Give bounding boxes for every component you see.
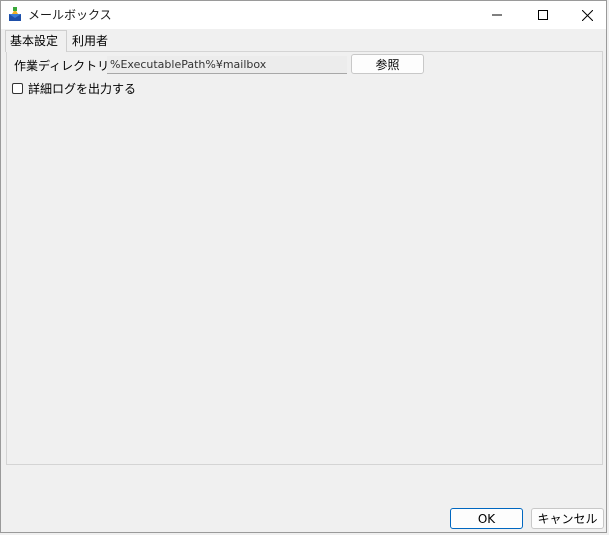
maximize-icon	[538, 10, 548, 20]
dialog-window: メールボックス 基本設定 利用者 作業ディレクトリ %ExecutablePat…	[0, 0, 607, 533]
workdir-input[interactable]: %ExecutablePath%¥mailbox	[107, 56, 347, 74]
workdir-label: 作業ディレクトリ	[14, 59, 110, 73]
minimize-button[interactable]	[474, 1, 520, 29]
detail-log-label: 詳細ログを出力する	[28, 81, 137, 96]
maximize-button[interactable]	[520, 1, 566, 29]
app-icon	[7, 6, 23, 23]
tab-basic-settings[interactable]: 基本設定	[5, 30, 67, 52]
close-icon	[581, 9, 593, 21]
tab-users[interactable]: 利用者	[68, 32, 118, 51]
browse-button[interactable]: 参照	[351, 54, 424, 74]
title-bar[interactable]: メールボックス	[1, 1, 606, 29]
close-button[interactable]	[564, 1, 609, 29]
detail-log-option[interactable]: 詳細ログを出力する	[12, 81, 137, 96]
minimize-icon	[492, 14, 502, 16]
tab-panel-basic	[6, 51, 603, 465]
ok-button[interactable]: OK	[450, 508, 523, 529]
detail-log-checkbox[interactable]	[12, 82, 23, 94]
window-title: メールボックス	[28, 8, 112, 22]
cancel-button[interactable]: キャンセル	[531, 508, 604, 529]
